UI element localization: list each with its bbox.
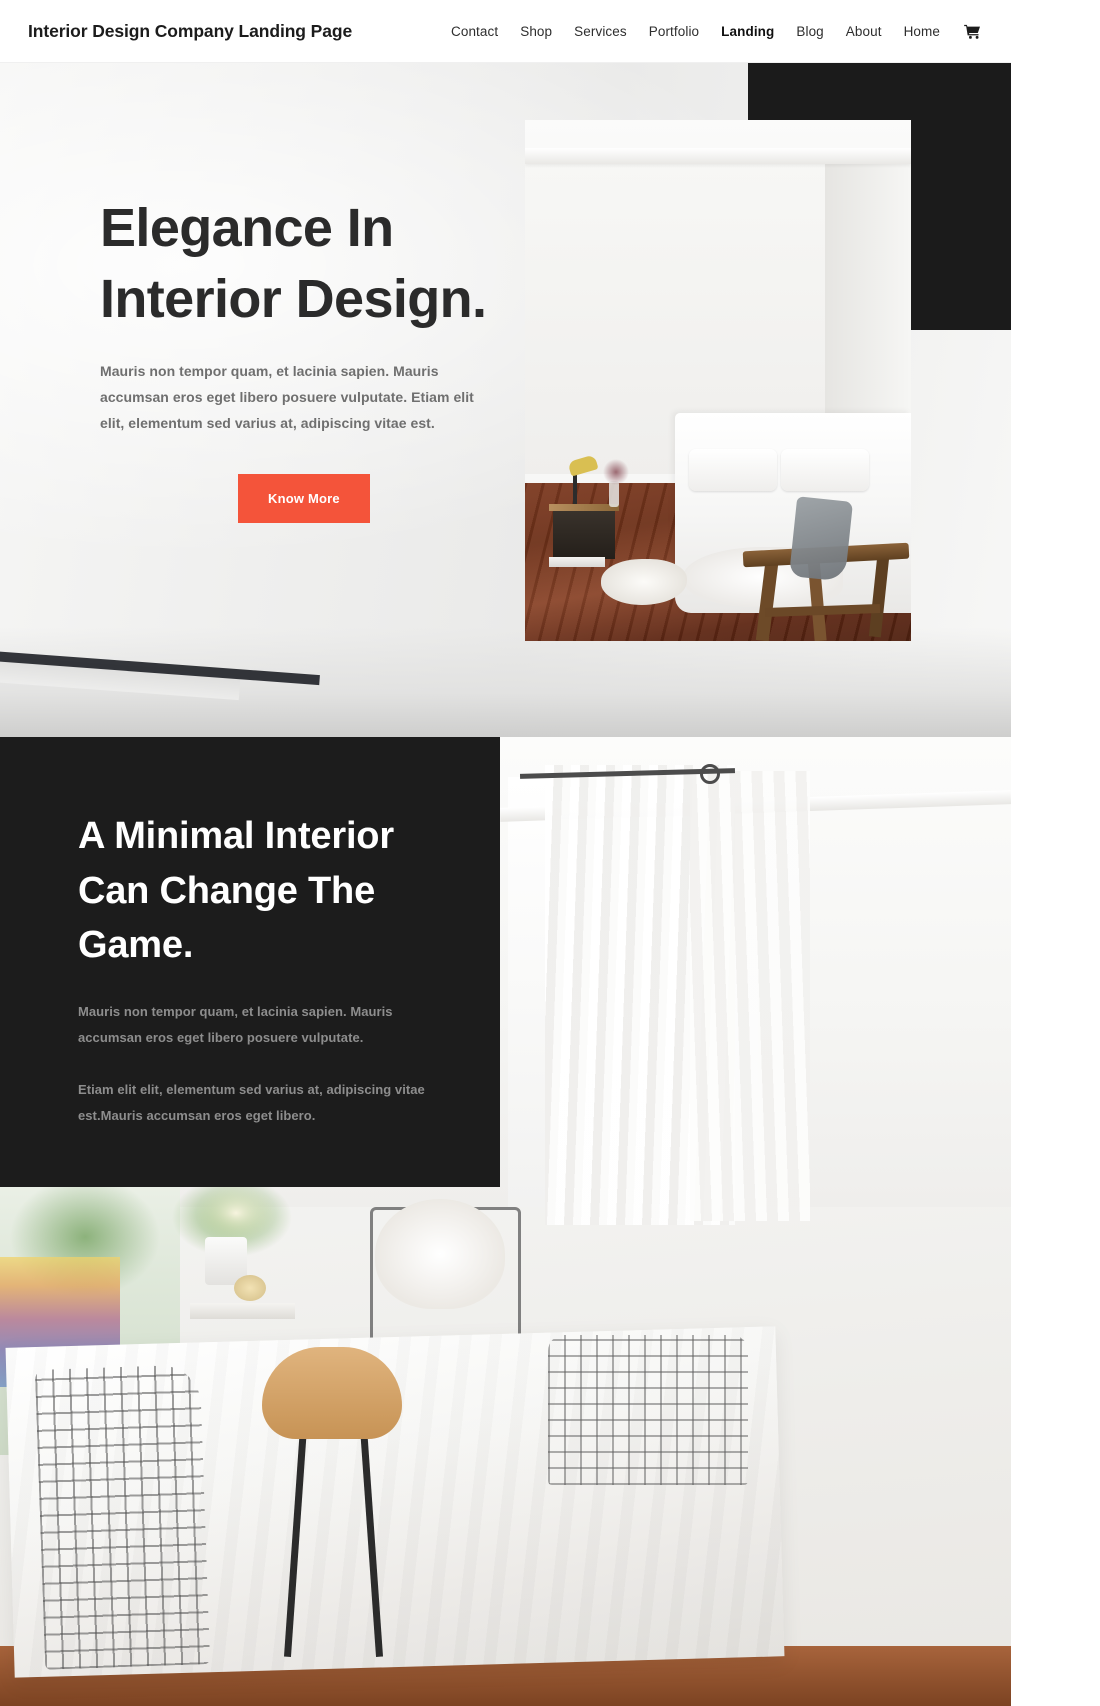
feature-paragraph-2: Etiam elit elit, elementum sed varius at… [78,1082,425,1124]
page-title: Interior Design Company Landing Page [28,20,353,41]
hero-heading: Elegance In Interior Design. [100,193,520,336]
feature-heading-line-2: Can Change The [78,869,376,912]
nav-item-landing[interactable]: Landing [710,24,785,39]
main-nav: Contact Shop Services Portfolio Landing … [440,24,987,39]
nav-item-about[interactable]: About [835,24,893,39]
landing-page: Interior Design Company Landing Page Con… [0,0,1011,1706]
feature-heading-line-1: A Minimal Interior [78,815,394,857]
hero-heading-line-1: Elegance In [100,198,394,258]
know-more-button[interactable]: Know More [238,473,370,523]
feature-card: A Minimal Interior Can Change The Game. … [0,737,500,1187]
hero-paragraph: Mauris non tempor quam, et lacinia sapie… [100,362,474,431]
hero-heading-line-2: Interior Design. [100,269,487,330]
feature-heading: A Minimal Interior Can Change The Game. [78,809,440,973]
nav-item-blog[interactable]: Blog [785,24,834,39]
hero-content: Elegance In Interior Design. Mauris non … [100,193,520,523]
hero-section: Elegance In Interior Design. Mauris non … [0,63,1011,737]
nav-item-portfolio[interactable]: Portfolio [638,24,710,39]
shopping-cart-icon[interactable] [951,24,987,39]
hero-bedroom-photo [525,120,911,641]
feature-heading-line-3: Game. [78,924,194,967]
nav-item-services[interactable]: Services [563,24,638,39]
nav-item-shop[interactable]: Shop [509,24,563,39]
nav-item-home[interactable]: Home [893,24,951,39]
feature-paragraph-1: Mauris non tempor quam, et lacinia sapie… [78,1004,393,1046]
feature-section: A Minimal Interior Can Change The Game. … [0,737,1011,1706]
site-header: Interior Design Company Landing Page Con… [0,0,1011,63]
nav-item-contact[interactable]: Contact [440,24,509,39]
